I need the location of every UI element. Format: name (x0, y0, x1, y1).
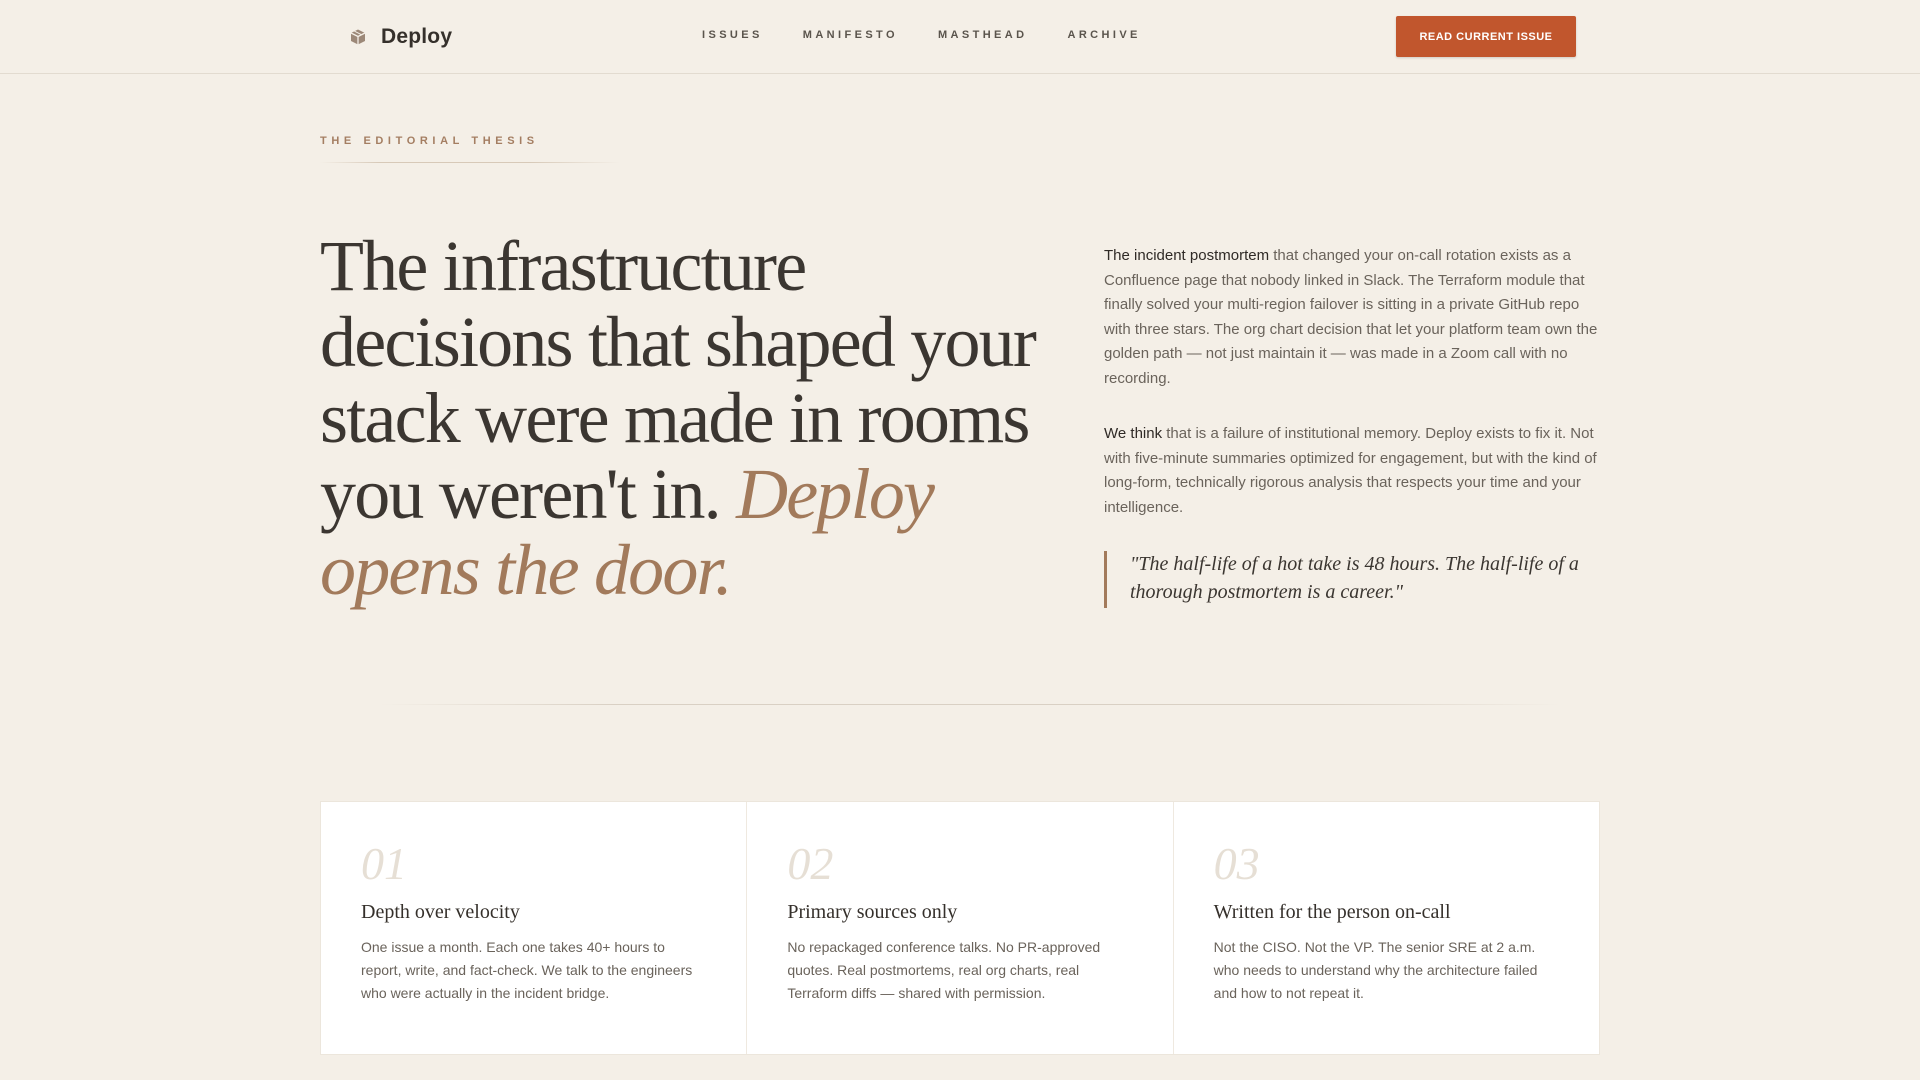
brand[interactable]: Deploy (349, 22, 452, 52)
card-text: No repackaged conference talks. No PR-ap… (787, 939, 1101, 1001)
paragraph-2: We think that is a failure of institutio… (1104, 422, 1604, 520)
eyebrow-label: THE EDITORIAL THESIS (320, 135, 539, 147)
pull-quote: "The half-life of a hot take is 48 hours… (1104, 551, 1604, 608)
principle-card: 03 Written for the person on-call Not th… (1174, 802, 1599, 1054)
nav-link-issues[interactable]: ISSUES (702, 29, 763, 41)
card-title: Depth over velocity (361, 901, 520, 923)
card-number: 02 (787, 838, 834, 889)
brand-name: Deploy (381, 25, 453, 48)
card-title: Written for the person on-call (1213, 901, 1451, 923)
paragraph-1: The incident postmortem that changed you… (1104, 244, 1604, 391)
card-text: One issue a month. Each one takes 40+ ho… (361, 939, 693, 1001)
nav-link-masthead[interactable]: MASTHEAD (938, 29, 1028, 41)
principle-card: 02 Primary sources only No repackaged co… (747, 802, 1174, 1054)
thesis-body: The incident postmortem that changed you… (1104, 244, 1604, 608)
nav-link-manifesto[interactable]: MANIFESTO (803, 29, 898, 41)
eyebrow-rule (320, 162, 620, 163)
nav-link-archive[interactable]: ARCHIVE (1067, 29, 1140, 41)
paragraph-2-lead: We think (1104, 425, 1163, 442)
box-icon (350, 29, 366, 45)
principle-card: 01 Depth over velocity One issue a month… (321, 802, 748, 1054)
hero-headline: The infrastructure decisions that shaped… (320, 228, 1060, 608)
card-number: 03 (1213, 838, 1260, 889)
card-text: Not the CISO. Not the VP. The senior SRE… (1213, 939, 1538, 1001)
paragraph-2-text: that is a failure of institutional memor… (1104, 425, 1597, 516)
nav-links: ISSUES MANIFESTO MASTHEAD ARCHIVE (702, 29, 1141, 41)
card-title: Primary sources only (787, 901, 958, 923)
section-divider (380, 704, 1560, 705)
paragraph-1-lead: The incident postmortem (1104, 247, 1270, 264)
principles-cards: 01 Depth over velocity One issue a month… (320, 801, 1600, 1055)
card-number: 01 (361, 838, 407, 889)
read-current-issue-button[interactable]: READ CURRENT ISSUE (1396, 16, 1576, 57)
top-nav: Deploy ISSUES MANIFESTO MASTHEAD ARCHIVE… (0, 0, 1920, 74)
paragraph-1-text: that changed your on-call rotation exist… (1104, 247, 1598, 387)
